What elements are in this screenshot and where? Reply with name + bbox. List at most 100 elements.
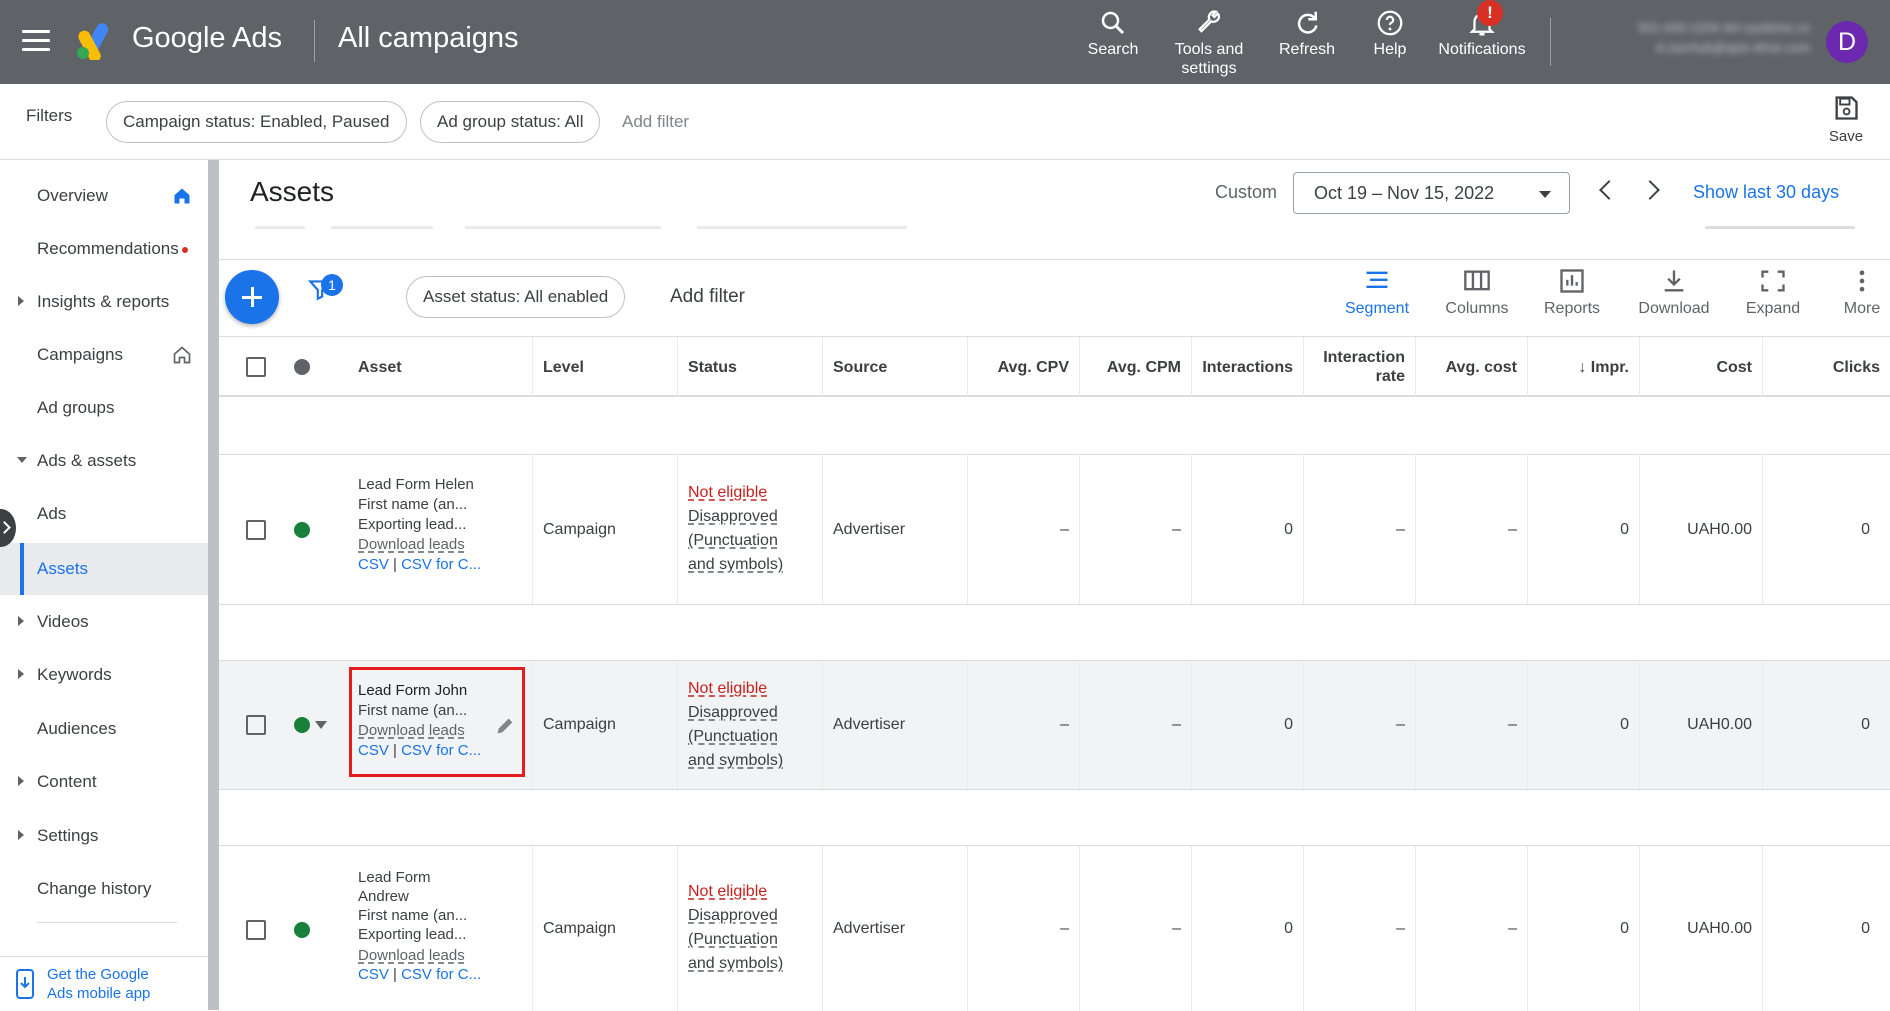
column-header-clicks[interactable]: Clicks [1763,337,1890,397]
search-button[interactable]: Search [1084,6,1142,59]
sidebar-item-audiences[interactable]: Audiences [0,703,208,755]
csv-link[interactable]: CSV [358,966,389,983]
ad-group-status-filter-chip[interactable]: Ad group status: All [420,101,601,143]
cell-source: Advertiser [823,661,968,789]
cell-interaction-rate: – [1304,455,1416,604]
table-row[interactable]: Lead Form Helen First name (an... Export… [219,455,1890,605]
help-button[interactable]: Help [1368,6,1412,59]
sidebar-item-content[interactable]: Content [0,756,208,808]
columns-button[interactable]: Columns [1441,268,1513,318]
asset-status-filter-chip[interactable]: Asset status: All enabled [406,276,626,318]
row-spacer [219,605,1890,661]
column-header-avg-cost[interactable]: Avg. cost [1416,337,1528,397]
cell-level: Campaign [533,846,678,1011]
download-leads-link[interactable]: Download leads [358,946,481,965]
cell-level: Campaign [533,455,678,604]
cell-avg-cpv: – [968,661,1080,789]
page-context-title[interactable]: All campaigns [338,22,519,55]
add-filter-button[interactable]: Add filter [670,286,745,308]
google-ads-logo[interactable] [74,20,118,60]
sidebar-item-videos[interactable]: Videos [0,596,208,648]
column-header-source[interactable]: Source [823,337,968,397]
tools-label: Tools and settings [1174,41,1244,77]
column-header-cost[interactable]: Cost [1640,337,1763,397]
segment-icon [1366,271,1388,288]
sidebar-item-ads-assets[interactable]: Ads & assets [0,435,208,487]
cell-clicks: 0 [1861,716,1870,733]
chevron-right-icon [18,830,24,840]
more-button[interactable]: More [1837,268,1887,318]
cell-impr: 0 [1528,455,1640,604]
cell-clicks: 0 [1861,919,1870,937]
reports-button[interactable]: Reports [1540,268,1604,318]
column-header-avg-cpv[interactable]: Avg. CPV [968,337,1080,397]
cell-interactions: 0 [1192,846,1304,1011]
status-text[interactable]: Not eligible Disapproved (Punctuation an… [688,677,783,773]
tools-settings-button[interactable]: Tools and settings [1168,6,1250,78]
download-button[interactable]: Download [1633,268,1715,318]
sidebar-item-overview[interactable]: Overview [0,170,208,222]
chevron-right-icon [18,776,24,786]
sidebar-item-recommendations[interactable]: Recommendations [0,223,208,275]
chevron-right-icon [18,616,24,626]
csv-link[interactable]: CSV [358,556,389,573]
expand-button[interactable]: Expand [1742,268,1804,318]
sidebar-item-label: Change history [37,879,152,898]
date-range-picker[interactable]: Oct 19 – Nov 15, 2022 [1293,172,1570,214]
previous-period-icon[interactable] [1599,180,1619,200]
sidebar-item-label: Settings [37,826,99,845]
sidebar-item-assets[interactable]: Assets [0,543,208,595]
sidebar-scrollbar[interactable] [208,160,219,1010]
sidebar-item-label: Campaigns [37,345,123,364]
table-row[interactable]: Lead Form Andrew First name (an... Expor… [219,846,1890,1011]
add-asset-button[interactable] [225,270,279,324]
reports-label: Reports [1543,300,1601,317]
sidebar-item-keywords[interactable]: Keywords [0,649,208,701]
column-header-status[interactable]: Status [678,337,823,397]
sidebar-item-insights-reports[interactable]: Insights & reports [0,276,208,328]
status-text[interactable]: Not eligible Disapproved (Punctuation an… [688,481,783,577]
column-header-interaction-rate[interactable]: Interaction rate [1304,337,1416,397]
campaign-status-filter-chip[interactable]: Campaign status: Enabled, Paused [106,101,407,143]
csv-for-link[interactable]: CSV for C... [401,966,481,983]
csv-for-link[interactable]: CSV for C... [401,556,481,573]
chevron-right-icon [18,296,24,306]
date-range-type-label: Custom [1215,182,1278,202]
scorecard-strip [219,226,1890,260]
segment-button[interactable]: Segment [1342,268,1412,318]
sidebar-item-settings[interactable]: Settings [0,810,208,862]
help-icon [1377,10,1403,36]
column-header-interactions[interactable]: Interactions [1192,337,1304,397]
sidebar-item-change-history[interactable]: Change history [0,863,208,915]
status-text[interactable]: Not eligible Disapproved (Punctuation an… [688,880,783,976]
mobile-app-promo[interactable]: Get the Google Ads mobile app [0,956,208,1010]
asset-description: Lead Form Andrew First name (an... Expor… [358,869,482,983]
show-last-30-days-link[interactable]: Show last 30 days [1693,182,1839,203]
cell-status: Not eligible Disapproved (Punctuation an… [678,661,823,789]
notifications-button[interactable]: Notifications ! [1432,0,1532,59]
search-icon [1101,11,1125,35]
column-header-avg-cpm[interactable]: Avg. CPM [1080,337,1192,397]
sidebar-item-ads[interactable]: Ads [0,488,208,540]
sidebar-item-campaigns[interactable]: Campaigns [0,329,208,381]
refresh-button[interactable]: Refresh [1274,6,1340,59]
sidebar-item-ad-groups[interactable]: Ad groups [0,382,208,434]
header-divider [314,20,315,62]
download-leads-link[interactable]: Download leads [358,535,481,555]
sidebar-item-label: Keywords [37,665,112,684]
column-header-impr[interactable]: ↓ Impr. [1528,337,1640,397]
account-info[interactable]: 501-440-1204 dm-systems.co d.zarchuk@api… [1566,18,1810,58]
cell-asset: Lead Form Andrew First name (an... Expor… [219,846,533,1011]
refresh-label: Refresh [1278,41,1336,58]
cell-clicks: 0 [1861,520,1870,538]
add-filter-link[interactable]: Add filter [622,112,689,132]
assets-table: Asset Level Status Source Avg. CPV Avg. … [219,336,1890,1011]
column-header-asset[interactable]: Asset [219,337,533,397]
avatar[interactable]: D [1826,21,1868,63]
column-header-level[interactable]: Level [533,337,678,397]
save-button[interactable]: Save [1822,94,1870,145]
sidebar-item-label: Assets [37,559,89,578]
next-period-icon[interactable] [1640,180,1660,200]
download-icon [1664,270,1684,292]
menu-icon[interactable] [22,30,50,52]
